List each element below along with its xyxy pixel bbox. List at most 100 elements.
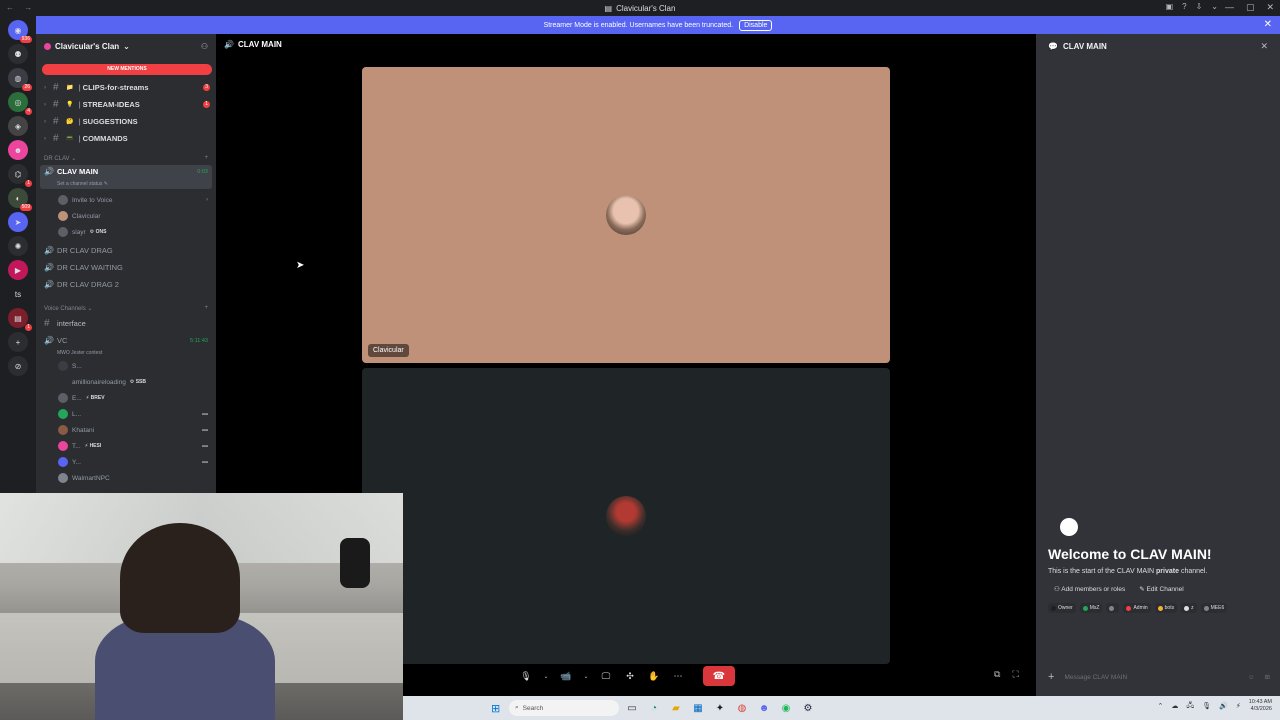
server-icon[interactable]: ◉ 936 <box>8 20 32 43</box>
server-icon[interactable]: + <box>8 332 28 352</box>
category-voice-channels[interactable]: Voice Channels ⌄ + <box>36 301 216 315</box>
server-icon[interactable]: ◎ 4 <box>8 92 32 115</box>
popout-icon[interactable]: ⧉ <box>994 669 1000 680</box>
emoji-icon[interactable]: ☺ <box>1248 674 1255 681</box>
voice-channel[interactable]: 🔊 DR CLAV DRAG 2 <box>36 276 216 293</box>
disable-streamer-mode-button[interactable]: Disable <box>739 19 773 31</box>
voice-member[interactable]: WalmartNPC <box>36 470 216 486</box>
attach-icon[interactable]: + <box>1048 671 1054 683</box>
server-icon[interactable]: ◈ <box>8 116 28 136</box>
text-channel[interactable]: › # 📟 | COMMANDS <box>36 130 216 147</box>
microphone-icon[interactable]: 🎙 <box>519 669 533 683</box>
voice-member[interactable]: Clavicular <box>36 208 216 224</box>
microphone-icon[interactable]: 🎙 <box>1202 702 1211 710</box>
voice-member[interactable]: L... ▬ <box>36 406 216 422</box>
task-view-icon[interactable]: ▭ <box>625 701 639 715</box>
clock[interactable]: 10:43 AM 4/3/2026 <box>1249 699 1272 713</box>
server-icon[interactable]: ▶ <box>8 260 28 280</box>
text-channel[interactable]: › # 📁 | CLIPS-for-streams 3 <box>36 79 216 96</box>
explorer-icon[interactable]: ▰ <box>669 701 683 715</box>
voice-member[interactable]: S... <box>36 358 216 374</box>
category-dr-clav[interactable]: DR CLAV ⌄ + <box>36 151 216 165</box>
download-icon[interactable]: ⇩ <box>1196 2 1203 11</box>
edit-channel-button[interactable]: ✎ Edit Channel <box>1139 585 1184 593</box>
maximize-icon[interactable]: ▢ <box>1246 2 1255 13</box>
server-icon[interactable]: ⊘ <box>8 356 28 376</box>
nav-arrows-icon[interactable]: ← → <box>6 3 36 12</box>
show-hidden-icon[interactable]: ⌃ <box>1158 702 1164 710</box>
server-icon[interactable]: ➤ <box>8 212 28 232</box>
help-icon[interactable]: ? <box>1182 2 1186 11</box>
server-icon[interactable]: ◐ 509 <box>8 188 32 211</box>
role-chip[interactable]: bots <box>1154 603 1178 613</box>
voice-channel-vc[interactable]: 🔊 VC 5:11:43 MWO Jester contest <box>40 334 212 358</box>
server-icon[interactable]: ts <box>8 284 28 304</box>
voice-channel[interactable]: 🔊 DR CLAV WAITING <box>36 259 216 276</box>
steam-icon[interactable]: ⚙ <box>801 701 815 715</box>
role-chip[interactable]: Admin <box>1123 603 1151 613</box>
server-icon[interactable]: ✺ <box>8 236 28 256</box>
text-channel[interactable]: › # 💡 | STREAM-IDEAS 1 <box>36 96 216 113</box>
voice-member[interactable]: Y... ▬ <box>36 454 216 470</box>
add-member-icon[interactable]: ⚇ <box>201 42 208 51</box>
fullscreen-icon[interactable]: ⛶ <box>1012 669 1018 680</box>
role-chip[interactable]: Owner <box>1048 603 1076 613</box>
activities-icon[interactable]: ✣ <box>623 669 637 683</box>
voice-member[interactable]: amillionaireloading ⚙ SSB <box>36 374 216 390</box>
new-mentions-pill[interactable]: NEW MENTIONS <box>42 64 212 75</box>
close-icon[interactable]: ✕ <box>1260 41 1268 52</box>
invite-to-voice[interactable]: Invite to Voice › <box>36 192 216 208</box>
app-icon[interactable]: ✦ <box>713 701 727 715</box>
voice-member[interactable]: E... ⚡ BREV <box>36 390 216 406</box>
channel-interface[interactable]: # interface <box>36 315 216 332</box>
close-icon[interactable]: ✕ <box>1264 19 1272 30</box>
role-chip[interactable] <box>1106 603 1120 613</box>
server-icon[interactable]: ▤ 1 <box>8 308 32 331</box>
message-input[interactable]: + Message CLAV MAIN ☺ ⊞ <box>1048 668 1270 686</box>
soundboard-icon[interactable]: ✋ <box>647 669 661 683</box>
voice-member[interactable]: Khatani ▬ <box>36 422 216 438</box>
role-chip[interactable]: MsZ <box>1079 603 1103 613</box>
minimize-icon[interactable]: — <box>1225 2 1234 13</box>
participant-tile[interactable] <box>362 368 890 664</box>
onedrive-icon[interactable]: ☁ <box>1171 702 1178 710</box>
voice-channel[interactable]: 🔊 DR CLAV DRAG <box>36 242 216 259</box>
add-members-button[interactable]: ⚇ Add members or roles <box>1054 585 1125 593</box>
battery-icon[interactable]: ⚡ <box>1236 702 1241 710</box>
voice-member[interactable]: slayr ⚙ ONS <box>36 224 216 240</box>
role-chip[interactable]: MEE6 <box>1200 603 1228 613</box>
add-channel-icon[interactable]: + <box>204 305 208 311</box>
inbox-icon[interactable]: ▣ <box>1166 2 1174 11</box>
screen-share-icon[interactable]: 🖵 <box>599 669 613 683</box>
server-icon[interactable]: ☻ <box>8 140 28 160</box>
volume-icon[interactable]: 🔊 <box>1219 702 1228 710</box>
voice-member[interactable]: T... ⚡ HESI ▬ <box>36 438 216 454</box>
server-icon[interactable]: ⌬ 1 <box>8 164 32 187</box>
edge-icon[interactable]: ◔ <box>647 701 661 715</box>
windows-start-icon[interactable]: ⊞ <box>491 702 500 715</box>
apps-icon[interactable]: ⊞ <box>1265 673 1270 681</box>
camera-icon[interactable]: 📹 <box>559 669 573 683</box>
discord-icon[interactable]: ☻ <box>757 701 771 715</box>
chrome-icon[interactable]: ◍ <box>735 701 749 715</box>
add-channel-icon[interactable]: + <box>204 155 208 161</box>
text-channel[interactable]: › # 🤔 | SUGGESTIONS <box>36 113 216 130</box>
role-chip[interactable]: z <box>1181 603 1197 613</box>
voice-channel-clav-main[interactable]: 🔊 CLAV MAIN 0:03 Set a channel status ✎ <box>40 165 212 189</box>
chevron-down-icon[interactable]: ⌄ <box>543 669 549 683</box>
more-options-icon[interactable]: ⋯ <box>671 669 685 683</box>
channel-status[interactable]: Set a channel status ✎ <box>44 181 208 187</box>
participant-tile[interactable]: Clavicular <box>362 67 890 363</box>
store-icon[interactable]: ▦ <box>691 701 705 715</box>
close-window-icon[interactable]: ✕ <box>1266 2 1274 13</box>
taskbar-search[interactable]: ⌕ Search <box>509 700 619 716</box>
server-icon[interactable]: ◍ 26 <box>8 68 32 91</box>
server-icon[interactable]: ⚉ <box>8 44 28 64</box>
server-header[interactable]: Clavicular's Clan ⌄ ⚇ <box>36 34 216 58</box>
disconnect-button[interactable]: ☎ <box>703 666 735 686</box>
spotify-icon[interactable]: ◉ <box>779 701 793 715</box>
message-placeholder[interactable]: Message CLAV MAIN <box>1064 674 1237 681</box>
more-icon[interactable]: ⌄ <box>1211 2 1218 11</box>
chevron-down-icon[interactable]: ⌄ <box>583 669 589 683</box>
network-icon[interactable]: 🖧 <box>1186 701 1194 712</box>
